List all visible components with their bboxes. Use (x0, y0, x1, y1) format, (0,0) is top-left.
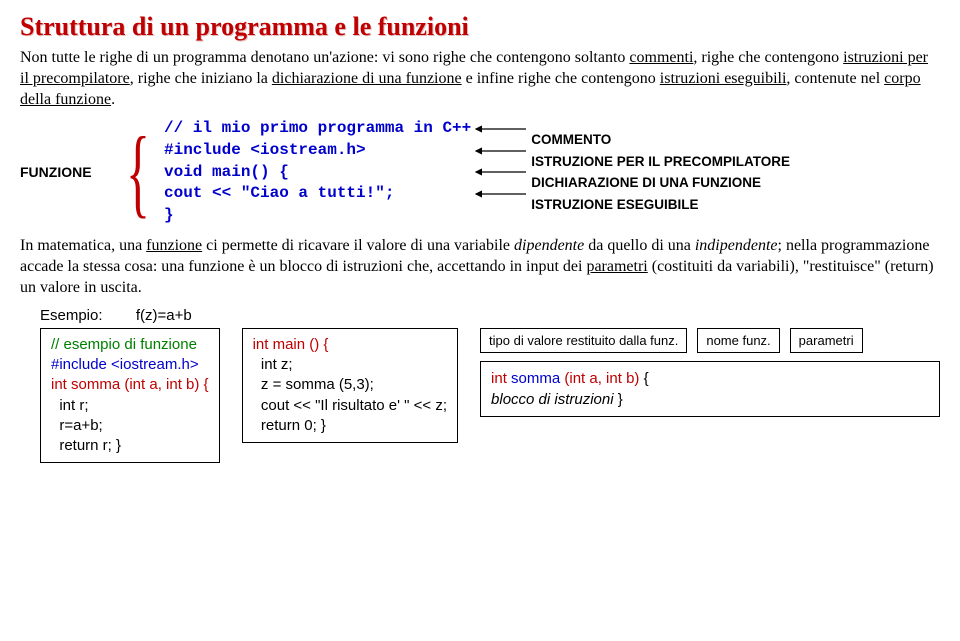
sig-name: somma (511, 370, 564, 387)
annotations: COMMENTO ISTRUZIONE PER IL PRECOMPILATOR… (531, 129, 790, 215)
arrows-svg (471, 118, 531, 226)
text: e infine righe che contengono (462, 70, 660, 87)
funzione-label: FUNZIONE (20, 164, 120, 180)
label-box-row: tipo di valore restituito dalla funz. no… (480, 328, 940, 354)
term-independent: indipendente (695, 237, 778, 254)
text: , righe che contengono (693, 49, 843, 66)
text: In matematica, una (20, 237, 146, 254)
example-row: // esempio di funzione #include <iostrea… (40, 328, 940, 464)
code-line-4: cout << "Ciao a tutti!"; (164, 184, 394, 202)
cb1-l1: // esempio di funzione (51, 336, 197, 353)
example-formula: f(z)=a+b (136, 307, 192, 324)
cb2-l2: int z; (253, 356, 293, 373)
signature-box: int somma (int a, int b) { blocco di ist… (480, 361, 940, 417)
cb1-l6: return r; } (51, 437, 121, 454)
term-exec-instr: istruzioni eseguibili (660, 70, 787, 87)
box-parameters: parametri (790, 328, 863, 354)
term-comments: commenti (629, 49, 693, 66)
cb1-l4: int r; (51, 397, 89, 414)
code-line-3: void main() { (164, 163, 289, 181)
code-line-2: #include <iostream.h> (164, 141, 366, 159)
annot-func-decl: DICHIARAZIONE DI UNA FUNZIONE (531, 172, 790, 194)
text: ci permette di ricavare il valore di una… (202, 237, 514, 254)
signature-column: tipo di valore restituito dalla funz. no… (480, 328, 940, 418)
code-box-2: int main () { int z; z = somma (5,3); co… (242, 328, 458, 443)
sig-close: } (614, 391, 623, 408)
sig-return: int (491, 370, 511, 387)
annot-comment: COMMENTO (531, 129, 790, 151)
brace-icon: { (126, 137, 150, 207)
cb2-l4: cout << "Il risultato e' " << z; (253, 397, 447, 414)
cb1-l2: #include <iostream.h> (51, 356, 199, 373)
page-title: Struttura di un programma e le funzioni (20, 12, 940, 42)
cb1-l5: r=a+b; (51, 417, 103, 434)
term-dependent: dipendente (514, 237, 584, 254)
box-func-name: nome funz. (697, 328, 779, 354)
code-line-5: } (164, 206, 174, 224)
code-box-1: // esempio di funzione #include <iostrea… (40, 328, 220, 464)
text: , contenute nel (786, 70, 884, 87)
cb2-l5: return 0; } (253, 417, 326, 434)
annotated-code-row: FUNZIONE { // il mio primo programma in … (20, 118, 940, 226)
example-label-row: Esempio: f(z)=a+b (40, 307, 940, 324)
sig-params: (int a, int b) (564, 370, 639, 387)
term-func-decl: dichiarazione di una funzione (272, 70, 462, 87)
text: Non tutte le righe di un programma denot… (20, 49, 629, 66)
cb1-l3: int somma (int a, int b) { (51, 376, 209, 393)
box-return-type: tipo di valore restituito dalla funz. (480, 328, 687, 354)
code-block: // il mio primo programma in C++ #includ… (164, 118, 471, 226)
code-line-1: // il mio primo programma in C++ (164, 119, 471, 137)
cb2-l1: int main () { (253, 336, 329, 353)
sig-body: blocco di istruzioni (491, 391, 614, 408)
text: , righe che iniziano la (130, 70, 272, 87)
term-parameters: parametri (586, 258, 647, 275)
function-paragraph: In matematica, una funzione ci permette … (20, 236, 940, 298)
intro-paragraph: Non tutte le righe di un programma denot… (20, 48, 940, 110)
text: da quello di una (584, 237, 695, 254)
text: . (111, 91, 115, 108)
cb2-l3: z = somma (5,3); (253, 376, 374, 393)
term-function: funzione (146, 237, 202, 254)
sig-open: { (639, 370, 648, 387)
arrow-column (471, 118, 531, 226)
annot-exec: ISTRUZIONE ESEGUIBILE (531, 194, 790, 216)
annot-precompiler: ISTRUZIONE PER IL PRECOMPILATORE (531, 151, 790, 173)
example-label: Esempio: (40, 307, 103, 324)
